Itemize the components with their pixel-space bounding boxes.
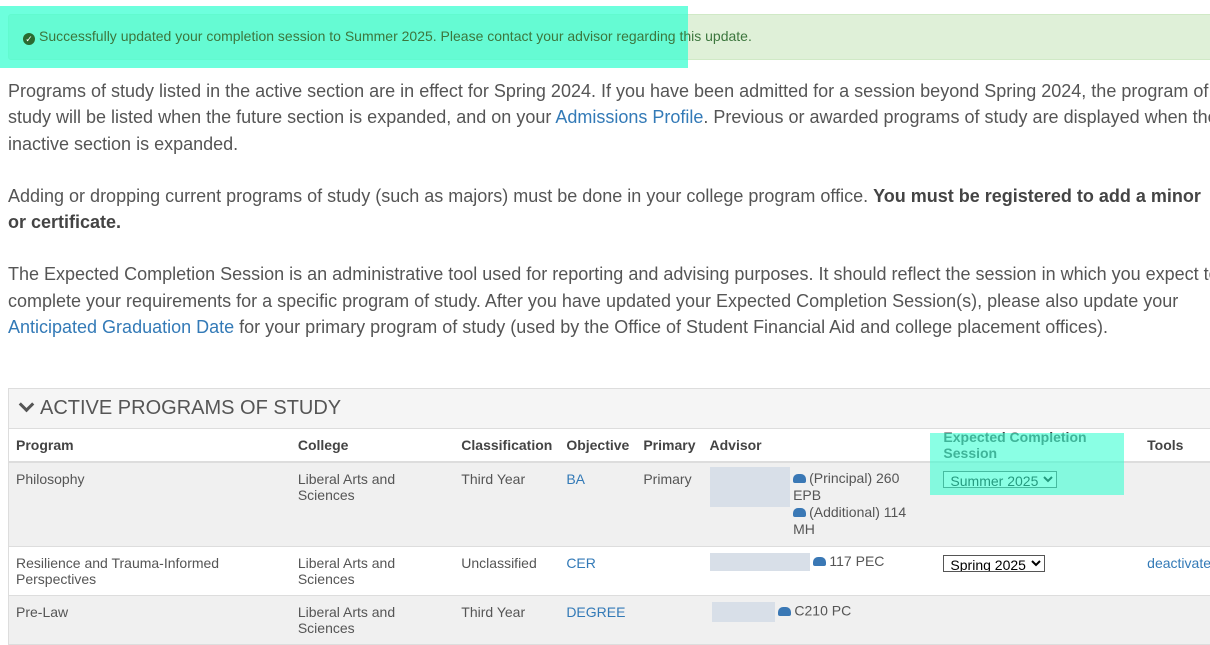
inbox-icon[interactable] xyxy=(793,474,807,483)
objective-link[interactable]: DEGREE xyxy=(566,604,625,620)
objective-link[interactable]: BA xyxy=(566,471,585,487)
session-select[interactable]: Spring 2025 xyxy=(943,555,1046,572)
chevron-down-icon xyxy=(18,396,35,413)
col-program: Program xyxy=(9,429,291,463)
success-alert: ✓ Successfully updated your completion se… xyxy=(8,14,1210,60)
primary xyxy=(636,546,703,596)
active-programs-panel: ACTIVE PROGRAMS OF STUDY Program College… xyxy=(8,388,1210,645)
check-circle-icon: ✓ xyxy=(23,33,35,45)
advisor-location: C210 PC xyxy=(794,602,852,619)
advisor-location: (Principal) 260 EPB xyxy=(793,470,900,503)
col-primary: Primary xyxy=(636,429,703,463)
intro-p2: Adding or dropping current programs of s… xyxy=(8,185,874,206)
col-classification: Classification xyxy=(454,429,560,463)
col-tools: Tools xyxy=(1140,429,1210,463)
intro-p3: The Expected Completion Session is an ad… xyxy=(8,264,1210,311)
intro-p3-end: for your primary program of study (used … xyxy=(234,317,1108,338)
primary xyxy=(636,595,703,644)
admissions-profile-link[interactable]: Admissions Profile xyxy=(555,107,703,127)
college: Liberal Arts and Sciences xyxy=(290,595,455,644)
college: Liberal Arts and Sciences xyxy=(290,461,455,547)
anticipated-graduation-link[interactable]: Anticipated Graduation Date xyxy=(8,317,234,337)
inbox-icon[interactable] xyxy=(778,606,792,616)
table-row: Philosophy Liberal Arts and Sciences Thi… xyxy=(9,461,1210,547)
col-session: Expected Completion Session xyxy=(936,429,1141,463)
col-objective: Objective xyxy=(559,429,637,463)
advisor-name-redacted xyxy=(709,553,810,572)
panel-header-toggle[interactable]: ACTIVE PROGRAMS OF STUDY xyxy=(9,389,1210,429)
program-name: Resilience and Trauma-Informed Perspecti… xyxy=(9,546,291,596)
panel-title: ACTIVE PROGRAMS OF STUDY xyxy=(40,397,342,419)
deactivate-link[interactable]: deactivate xyxy=(1147,555,1210,571)
session-select[interactable]: Summer 2025 xyxy=(943,471,1058,488)
primary: Primary xyxy=(636,461,703,547)
college: Liberal Arts and Sciences xyxy=(290,546,455,596)
advisor-location: 117 PEC xyxy=(829,553,885,569)
classification: Third Year xyxy=(454,595,560,644)
col-advisor: Advisor xyxy=(702,429,937,463)
table-row: Resilience and Trauma-Informed Perspecti… xyxy=(9,546,1210,596)
alert-message: Successfully updated your completion ses… xyxy=(39,28,752,44)
programs-table: Program College Classification Objective… xyxy=(9,429,1210,644)
table-row: Pre-Law Liberal Arts and Sciences Third … xyxy=(9,595,1210,644)
inbox-icon[interactable] xyxy=(813,557,827,566)
advisor-location: (Additional) 114 MH xyxy=(793,504,907,537)
classification: Third Year xyxy=(454,461,560,547)
program-name: Pre-Law xyxy=(9,595,291,644)
advisor-name-redacted xyxy=(709,467,791,507)
advisor-name-redacted xyxy=(711,602,775,622)
intro-text: Programs of study listed in the active s… xyxy=(8,78,1210,366)
objective-link[interactable]: CER xyxy=(566,555,596,571)
program-name: Philosophy xyxy=(9,461,291,547)
classification: Unclassified xyxy=(454,546,560,596)
tools xyxy=(1140,461,1210,547)
col-college: College xyxy=(290,429,455,463)
inbox-icon[interactable] xyxy=(793,508,807,517)
